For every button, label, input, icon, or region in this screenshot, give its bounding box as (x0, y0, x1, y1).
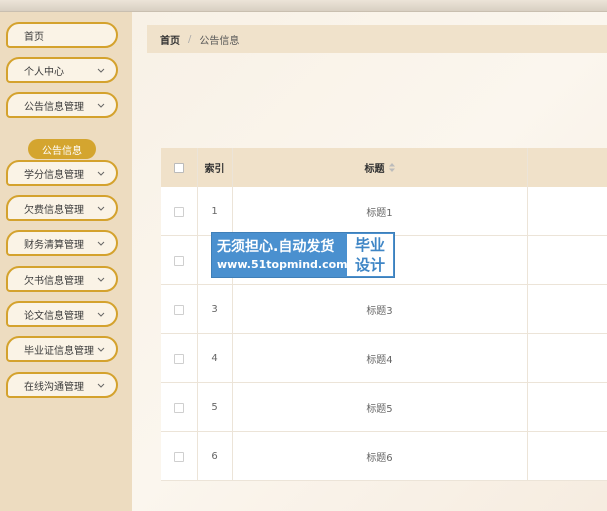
column-divider (527, 148, 528, 480)
header-checkbox-cell (161, 148, 197, 187)
row-title: 标题4 (366, 355, 393, 366)
row-index: 3 (211, 304, 218, 315)
watermark-banner: 无须担心.自动发货 www.51topmind.com 毕业 设计 (211, 232, 395, 278)
row-checkbox-cell (161, 432, 197, 481)
row-title-cell: 标题5 (232, 383, 527, 432)
select-all-checkbox[interactable] (174, 162, 184, 173)
chevron-down-icon (96, 238, 106, 248)
chevron-down-icon (96, 274, 106, 284)
row-index-cell: 6 (197, 432, 232, 481)
sidebar-item-label: 欠书信息管理 (24, 275, 84, 287)
header-index-cell: 索引 (197, 148, 232, 187)
sort-icon[interactable] (388, 163, 395, 172)
row-title: 标题1 (366, 208, 393, 219)
sidebar-item-arrears-management[interactable]: 欠费信息管理 (6, 195, 118, 221)
chevron-down-icon (96, 203, 106, 213)
sidebar-item-label: 首页 (24, 31, 44, 43)
watermark-badge-line2: 设计 (354, 256, 385, 274)
row-checkbox[interactable] (174, 451, 184, 462)
notice-table: 索引 标题 1 标题1 3 标题3 4 标题4 5 标题5 6 标题6 (161, 148, 607, 481)
sidebar-item-diploma-management[interactable]: 毕业证信息管理 (6, 336, 118, 362)
row-checkbox-cell (161, 383, 197, 432)
sidebar-subitem-notice-info[interactable]: 公告信息 (28, 139, 96, 159)
table-header: 索引 标题 (161, 148, 607, 187)
row-checkbox[interactable] (174, 304, 184, 315)
watermark-line2: www.51topmind.com (217, 258, 348, 271)
table-row: 5 标题5 (161, 383, 607, 432)
sidebar-item-label: 学分信息管理 (24, 169, 84, 181)
sidebar-item-label: 在线沟通管理 (24, 381, 84, 393)
chevron-down-icon (96, 380, 106, 390)
row-checkbox-cell (161, 285, 197, 334)
table-row: 3 标题3 (161, 285, 607, 334)
sidebar: 首页 个人中心 公告信息管理 公告信息 学分信息管理 欠费信息管理 财务清算管理… (0, 12, 132, 511)
watermark-text: 无须担心.自动发货 www.51topmind.com (212, 233, 348, 277)
row-index: 1 (211, 206, 218, 217)
breadcrumb-current: 公告信息 (199, 35, 240, 47)
chevron-down-icon (96, 168, 106, 178)
sidebar-item-personal-center[interactable]: 个人中心 (6, 57, 118, 83)
column-header-title: 标题 (364, 164, 385, 175)
column-header-index: 索引 (204, 164, 225, 175)
row-index-cell: 3 (197, 285, 232, 334)
breadcrumb-separator: / (188, 33, 192, 45)
row-index: 6 (211, 451, 218, 462)
table-row: 6 标题6 (161, 432, 607, 481)
row-checkbox[interactable] (174, 402, 184, 413)
row-checkbox-cell (161, 236, 197, 285)
row-checkbox-cell (161, 334, 197, 383)
row-checkbox[interactable] (174, 353, 184, 364)
row-index-cell: 4 (197, 334, 232, 383)
sidebar-item-label: 公告信息管理 (24, 101, 84, 113)
column-divider (232, 148, 233, 480)
row-title-cell: 标题1 (232, 187, 527, 236)
row-checkbox[interactable] (174, 255, 184, 266)
row-title-cell: 标题3 (232, 285, 527, 334)
chevron-down-icon (96, 344, 106, 354)
chevron-down-icon (96, 65, 106, 75)
sidebar-item-thesis-management[interactable]: 论文信息管理 (6, 301, 118, 327)
header-title-cell[interactable]: 标题 (232, 148, 527, 187)
row-title-cell: 标题6 (232, 432, 527, 481)
watermark-line1: 无须担心.自动发货 (217, 239, 335, 255)
row-index: 5 (211, 402, 218, 413)
column-divider (197, 148, 198, 480)
sidebar-item-label: 论文信息管理 (24, 310, 84, 322)
table-row: 4 标题4 (161, 334, 607, 383)
row-index-cell: 1 (197, 187, 232, 236)
top-bar (0, 0, 607, 12)
watermark-badge: 毕业 设计 (347, 234, 393, 276)
row-index: 4 (211, 353, 218, 364)
breadcrumb: 首页 / 公告信息 (147, 25, 607, 53)
sidebar-item-finance-clearing[interactable]: 财务清算管理 (6, 230, 118, 256)
chevron-down-icon (96, 309, 106, 319)
breadcrumb-home[interactable]: 首页 (160, 32, 180, 47)
row-title: 标题5 (366, 404, 393, 415)
table-row: 1 标题1 (161, 187, 607, 236)
sidebar-item-owed-books[interactable]: 欠书信息管理 (6, 266, 118, 292)
sidebar-item-label: 财务清算管理 (24, 239, 84, 251)
sidebar-item-label: 欠费信息管理 (24, 204, 84, 216)
row-title: 标题6 (366, 453, 393, 464)
watermark-badge-line1: 毕业 (354, 236, 385, 254)
sidebar-item-label: 个人中心 (24, 66, 64, 78)
sidebar-item-online-chat[interactable]: 在线沟通管理 (6, 372, 118, 398)
row-index-cell: 5 (197, 383, 232, 432)
sidebar-item-home[interactable]: 首页 (6, 22, 118, 48)
sidebar-item-label: 毕业证信息管理 (24, 345, 94, 357)
row-title: 标题3 (366, 306, 393, 317)
row-checkbox-cell (161, 187, 197, 236)
chevron-down-icon (96, 100, 106, 110)
row-checkbox[interactable] (174, 206, 184, 217)
sidebar-item-credit-management[interactable]: 学分信息管理 (6, 160, 118, 186)
sidebar-item-notice-management[interactable]: 公告信息管理 (6, 92, 118, 118)
row-title-cell: 标题4 (232, 334, 527, 383)
